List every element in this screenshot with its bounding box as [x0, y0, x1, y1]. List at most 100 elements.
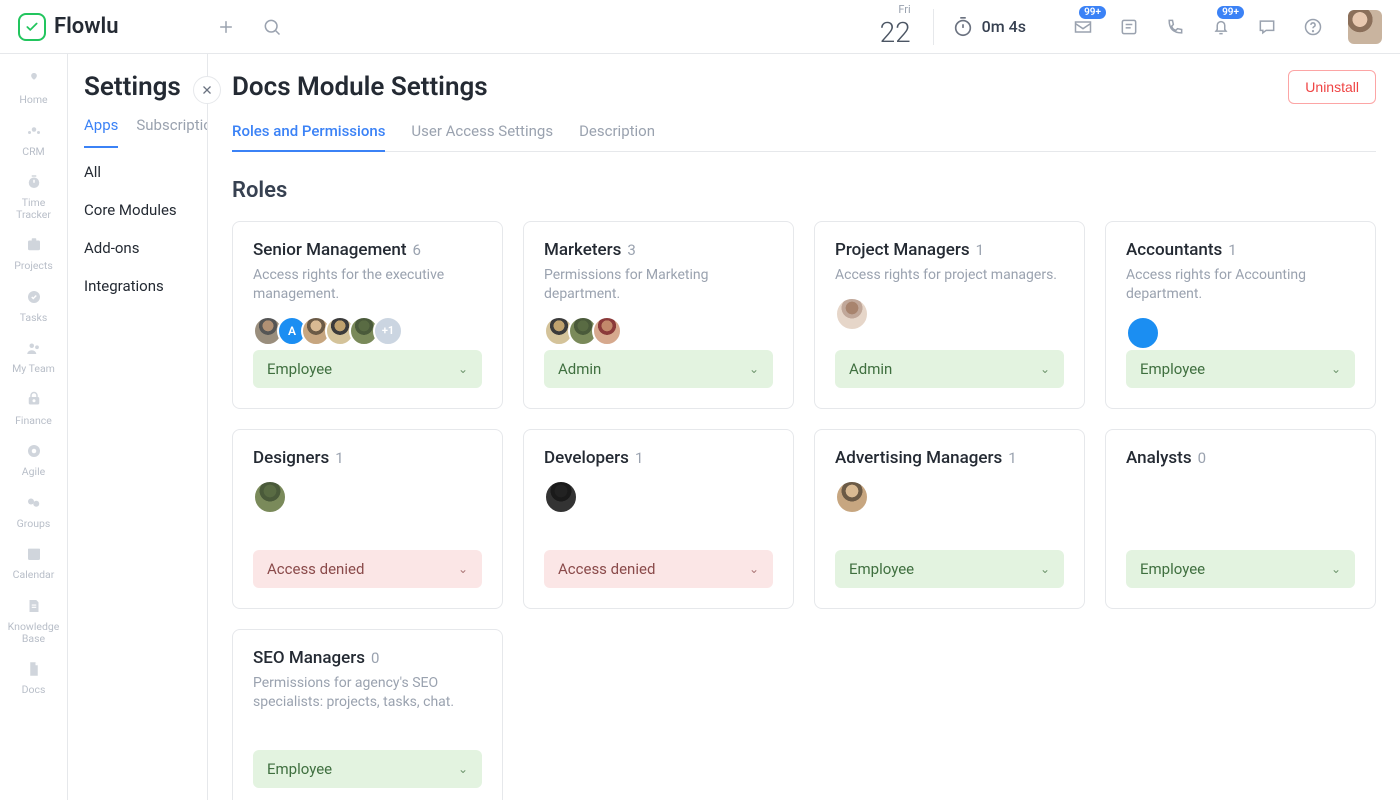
rail-item-label: Groups [17, 518, 51, 530]
role-card: Designers 1 Access denied⌄ [232, 429, 503, 609]
rail-item-home[interactable]: Home [4, 64, 64, 110]
notes-button[interactable] [1112, 10, 1146, 44]
role-permission-label: Access denied [558, 560, 655, 578]
avatar[interactable] [835, 297, 869, 331]
role-permission-select[interactable]: Employee⌄ [253, 750, 482, 788]
avatar[interactable] [835, 480, 869, 514]
settings-title: Settings [84, 72, 207, 102]
role-count: 1 [976, 241, 984, 259]
avatar[interactable] [592, 316, 622, 346]
role-description: Access rights for project managers. [835, 266, 1064, 285]
avatar[interactable] [1126, 316, 1160, 350]
role-name: Designers [253, 448, 329, 468]
crm-icon [23, 120, 45, 142]
settings-tabs: Apps Subscription [84, 102, 207, 149]
rail-item-my-team[interactable]: My Team [4, 333, 64, 379]
groups-icon [23, 492, 45, 514]
role-title: Developers 1 [544, 448, 773, 468]
role-avatars: A+1 [253, 316, 482, 346]
brand[interactable]: Flowlu [18, 13, 119, 41]
rail-item-label: Home [19, 94, 47, 106]
section-title: Roles [232, 178, 1376, 203]
avatar[interactable] [544, 480, 578, 514]
date-display[interactable]: Fri 22 [880, 4, 911, 49]
rail-item-projects[interactable]: Projects [4, 230, 64, 276]
role-permission-select[interactable]: Employee ⌄ [1126, 550, 1355, 588]
agile-icon [23, 440, 45, 462]
role-title: Analysts 0 [1126, 448, 1355, 468]
role-permission-label: Employee [1140, 560, 1205, 578]
role-permission-label: Employee [267, 360, 332, 378]
role-name: Marketers [544, 240, 621, 260]
search-button[interactable] [255, 10, 289, 44]
rail-item-calendar[interactable]: Calendar [4, 539, 64, 585]
settings-menu-add-ons[interactable]: Add-ons [84, 239, 191, 257]
role-name: Advertising Managers [835, 448, 1002, 468]
chevron-down-icon: ⌄ [1331, 562, 1341, 576]
settings-tab-subscription[interactable]: Subscription [136, 116, 207, 148]
settings-menu: All Core Modules Add-ons Integrations [68, 149, 207, 309]
settings-menu-all[interactable]: All [84, 163, 191, 181]
settings-tab-apps[interactable]: Apps [84, 116, 118, 148]
tab-user-access-settings[interactable]: User Access Settings [411, 112, 553, 151]
role-permission-select[interactable]: Employee⌄ [1126, 350, 1355, 388]
rail-item-agile[interactable]: Agile [4, 436, 64, 482]
role-count: 1 [335, 449, 343, 467]
rail-item-finance[interactable]: Finance [4, 385, 64, 431]
avatar[interactable] [253, 480, 287, 514]
role-avatars [253, 480, 482, 514]
role-card: Advertising Managers 1Employee⌄ [814, 429, 1085, 609]
add-button[interactable] [209, 10, 243, 44]
role-name: Senior Management [253, 240, 407, 260]
timer[interactable]: 0m 4s [952, 16, 1026, 38]
role-permission-select[interactable]: Access denied⌄ [544, 550, 773, 588]
role-card: Senior Management 6Access rights for the… [232, 221, 503, 409]
brand-icon [18, 13, 46, 41]
rail-item-groups[interactable]: Groups [4, 488, 64, 534]
role-name: Analysts [1126, 448, 1192, 468]
tab-description[interactable]: Description [579, 112, 655, 151]
role-permission-label: Employee [1140, 360, 1205, 378]
notifications-button[interactable]: 99+ [1204, 10, 1238, 44]
role-description: Permissions for agency's SEO specialists… [253, 674, 482, 712]
role-permission-select[interactable]: Employee⌄ [835, 550, 1064, 588]
chevron-down-icon: ⌄ [1040, 362, 1050, 376]
notifications-badge: 99+ [1217, 6, 1244, 19]
tab-roles-and-permissions[interactable]: Roles and Permissions [232, 112, 385, 152]
avatar-more[interactable]: +1 [373, 316, 403, 346]
role-title: Designers 1 [253, 448, 482, 468]
role-permission-select[interactable]: Employee⌄ [253, 350, 482, 388]
role-card: Developers 1 Access denied⌄ [523, 429, 794, 609]
rail-item-label: Time Tracker [4, 197, 64, 220]
role-name: Developers [544, 448, 629, 468]
role-permission-select[interactable]: Admin⌄ [835, 350, 1064, 388]
settings-menu-core-modules[interactable]: Core Modules [84, 201, 191, 219]
roles-grid: Senior Management 6Access rights for the… [232, 221, 1376, 800]
close-settings-button[interactable] [193, 76, 221, 104]
role-count: 0 [1198, 449, 1206, 467]
help-button[interactable] [1296, 10, 1330, 44]
role-permission-select[interactable]: Admin⌄ [544, 350, 773, 388]
inbox-button[interactable]: 99+ [1066, 10, 1100, 44]
role-avatars [544, 316, 773, 346]
rail-item-label: Calendar [13, 569, 55, 581]
rail-item-crm[interactable]: CRM [4, 116, 64, 162]
uninstall-button[interactable]: Uninstall [1288, 70, 1376, 104]
user-avatar[interactable] [1348, 10, 1382, 44]
projects-icon [23, 234, 45, 256]
chat-button[interactable] [1250, 10, 1284, 44]
role-title: SEO Managers 0 [253, 648, 482, 668]
role-title: Accountants 1 [1126, 240, 1355, 260]
role-permission-select[interactable]: Access denied⌄ [253, 550, 482, 588]
rail-item-tasks[interactable]: Tasks [4, 282, 64, 328]
rail-item-docs[interactable]: Docs [4, 654, 64, 700]
settings-menu-integrations[interactable]: Integrations [84, 277, 191, 295]
role-count: 1 [1228, 241, 1236, 259]
rail-item-label: Docs [22, 684, 46, 696]
rail-item-knowledge-base[interactable]: Knowledge Base [4, 591, 64, 648]
rail-item-time-tracker[interactable]: Time Tracker [4, 167, 64, 224]
role-title: Marketers 3 [544, 240, 773, 260]
rail-item-label: Finance [15, 415, 52, 427]
phone-button[interactable] [1158, 10, 1192, 44]
role-description: Access rights for the executive manageme… [253, 266, 482, 304]
